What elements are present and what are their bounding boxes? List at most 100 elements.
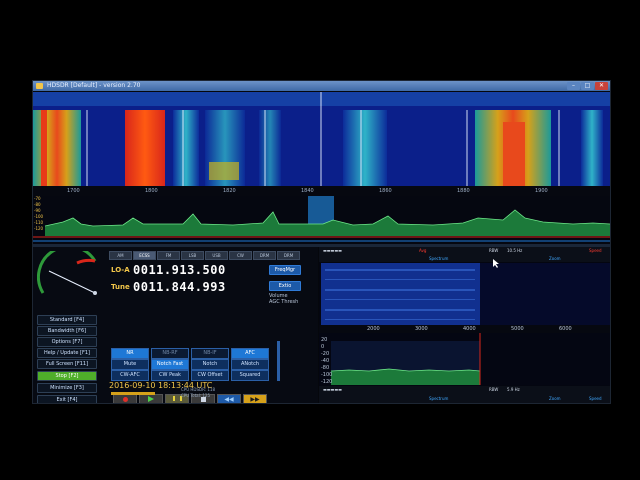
s-meter xyxy=(37,244,101,301)
menu-stop[interactable]: Stop [F2] xyxy=(37,371,97,381)
menu-full-screen[interactable]: Full Screen [F11] xyxy=(37,359,97,369)
audio-panel: ▬▬▬▬▬ Avg RBW 10.5 Hz Speed Spectrum Zoo… xyxy=(319,247,610,403)
hdsdr-window: HDSDR [Default] - version 2.70 – □ ✕ 170… xyxy=(32,80,611,404)
rewind-button[interactable]: ◀◀ xyxy=(217,394,241,403)
mode-drm-2[interactable]: DRM xyxy=(277,251,300,260)
audio-freq-tick: 6000 xyxy=(559,326,572,332)
db-tick: -100 xyxy=(34,214,44,219)
maximize-button[interactable]: □ xyxy=(581,82,594,90)
squared-button[interactable]: Squared xyxy=(231,370,269,381)
audio-db-tick: -80 xyxy=(321,365,330,371)
rf-frequency-axis: 1700 1800 1820 1840 1860 1880 1900 xyxy=(33,186,610,196)
record-icon xyxy=(122,397,128,402)
notch-fast-button[interactable]: Notch Fast xyxy=(151,359,189,370)
cw-afc-button[interactable]: CW-AFC xyxy=(111,370,149,381)
nb-if-button[interactable]: NB-IF xyxy=(191,348,229,359)
anotch-button[interactable]: ANotch xyxy=(231,359,269,370)
title-bar: HDSDR [Default] - version 2.70 – □ ✕ xyxy=(33,81,610,91)
menu-help-update[interactable]: Help / Update [F1] xyxy=(37,348,97,358)
rbw-bottom-value[interactable]: 5.9 Hz xyxy=(507,387,520,392)
app-icon xyxy=(36,83,43,89)
audio-spectrum[interactable]: 20 0 -20 -40 -80 -100 -120 xyxy=(319,333,610,385)
speed-label: Speed xyxy=(589,248,602,253)
lo-frequency[interactable]: 0011.913.500 xyxy=(133,263,226,277)
rbw-bottom-label: RBW xyxy=(489,387,499,392)
tune-frequency[interactable]: 0011.844.993 xyxy=(133,280,226,294)
lo-label: LO-A xyxy=(111,266,130,274)
freqmgr-button[interactable]: FreqMgr xyxy=(269,265,301,275)
spectrum-label: Spectrum xyxy=(429,256,449,261)
db-tick: -70 xyxy=(34,196,41,201)
cpu-bar xyxy=(111,392,155,395)
notch-button[interactable]: Notch xyxy=(191,359,229,370)
nb-rf-button[interactable]: NB-RF xyxy=(151,348,189,359)
mode-fm[interactable]: FM xyxy=(157,251,180,260)
audio-toolbar-bottom-2: Spectrum Zoom Speed xyxy=(319,395,610,403)
freq-tick: 1880 xyxy=(457,188,470,194)
cw-offset-button[interactable]: CW Offset xyxy=(191,370,229,381)
audio-db-tick: 0 xyxy=(321,344,325,350)
freq-tick: 1820 xyxy=(223,188,236,194)
audio-waterfall-empty xyxy=(480,263,610,325)
audio-db-tick: 20 xyxy=(321,337,328,343)
cpu-hdsdr: CPU HDSDR: 118 xyxy=(181,387,216,392)
volume-slider[interactable] xyxy=(277,341,280,381)
freq-tick: 1840 xyxy=(301,188,314,194)
rf-waterfall[interactable] xyxy=(33,92,610,186)
db-tick: -110 xyxy=(34,220,44,225)
audio-waterfall[interactable] xyxy=(321,263,480,325)
loop-icon: ▶▶ xyxy=(250,396,260,403)
mode-usb[interactable]: USB xyxy=(205,251,228,260)
mode-lsb[interactable]: LSB xyxy=(181,251,204,260)
menu-exit[interactable]: Exit [F4] xyxy=(37,395,97,403)
cw-peak-button[interactable]: CW Peak xyxy=(151,370,189,381)
extio-button[interactable]: Extio xyxy=(269,281,301,291)
cpu-total: CPU Total: 125 xyxy=(181,393,210,398)
audio-toolbar-top: ▬▬▬▬▬ Avg RBW 10.5 Hz Speed xyxy=(319,247,610,256)
agc-thresh-label: AGC Thresh xyxy=(269,299,299,305)
audio-freq-tick: 5000 xyxy=(511,326,524,332)
menu-options[interactable]: Options [F7] xyxy=(37,337,97,347)
minimize-button[interactable]: – xyxy=(567,82,580,90)
nr-button[interactable]: NR xyxy=(111,348,149,359)
menu-bandwidth[interactable]: Bandwidth [F6] xyxy=(37,326,97,336)
menu-minimize[interactable]: Minimize [F3] xyxy=(37,383,97,393)
audio-db-tick: -20 xyxy=(321,351,330,357)
loop-button[interactable]: ▶▶ xyxy=(243,394,267,403)
freq-tick: 1860 xyxy=(379,188,392,194)
zoom-label: Zoom xyxy=(549,256,561,261)
mute-button[interactable]: Mute xyxy=(111,359,149,370)
play-button[interactable] xyxy=(139,394,163,403)
audio-spectrum-slider[interactable]: ▬▬▬▬▬ xyxy=(323,248,342,253)
audio-freq-tick: 4000 xyxy=(463,326,476,332)
rf-spectrum[interactable]: -70 -80 -90 -100 -110 -120 xyxy=(33,196,610,244)
menu-standard[interactable]: Standard [F4] xyxy=(37,315,97,325)
close-button[interactable]: ✕ xyxy=(595,82,608,90)
mode-drm[interactable]: DRM xyxy=(253,251,276,260)
zoom-bottom-label: Zoom xyxy=(549,396,561,401)
audio-db-tick: -40 xyxy=(321,358,330,364)
audio-freq-tick: 2000 xyxy=(367,326,380,332)
freq-tick: 1700 xyxy=(67,188,80,194)
play-icon xyxy=(148,396,154,402)
mode-ecss[interactable]: ECSS xyxy=(133,251,156,260)
db-tick: -120 xyxy=(34,226,44,231)
mode-cw[interactable]: CW xyxy=(229,251,252,260)
tune-label: Tune xyxy=(111,283,130,291)
audio-bottom-slider[interactable]: ▬▬▬▬▬ xyxy=(323,387,342,392)
db-tick: -90 xyxy=(34,208,41,213)
freq-tick: 1900 xyxy=(535,188,548,194)
audio-db-tick: -100 xyxy=(321,372,333,378)
mode-am[interactable]: AM xyxy=(109,251,132,260)
rbw-label: RBW xyxy=(489,248,499,253)
db-tick: -80 xyxy=(34,202,41,207)
freq-tick: 1800 xyxy=(145,188,158,194)
audio-freq-tick: 3000 xyxy=(415,326,428,332)
spectrum-bottom-label: Spectrum xyxy=(429,396,449,401)
rbw-value[interactable]: 10.5 Hz xyxy=(507,248,522,253)
record-button[interactable] xyxy=(113,394,137,403)
audio-frequency-axis: 2000 3000 4000 5000 6000 xyxy=(319,325,610,333)
avg-label: Avg xyxy=(419,248,427,253)
audio-toolbar-top-2: Spectrum Zoom xyxy=(319,256,610,262)
afc-button[interactable]: AFC xyxy=(231,348,269,359)
